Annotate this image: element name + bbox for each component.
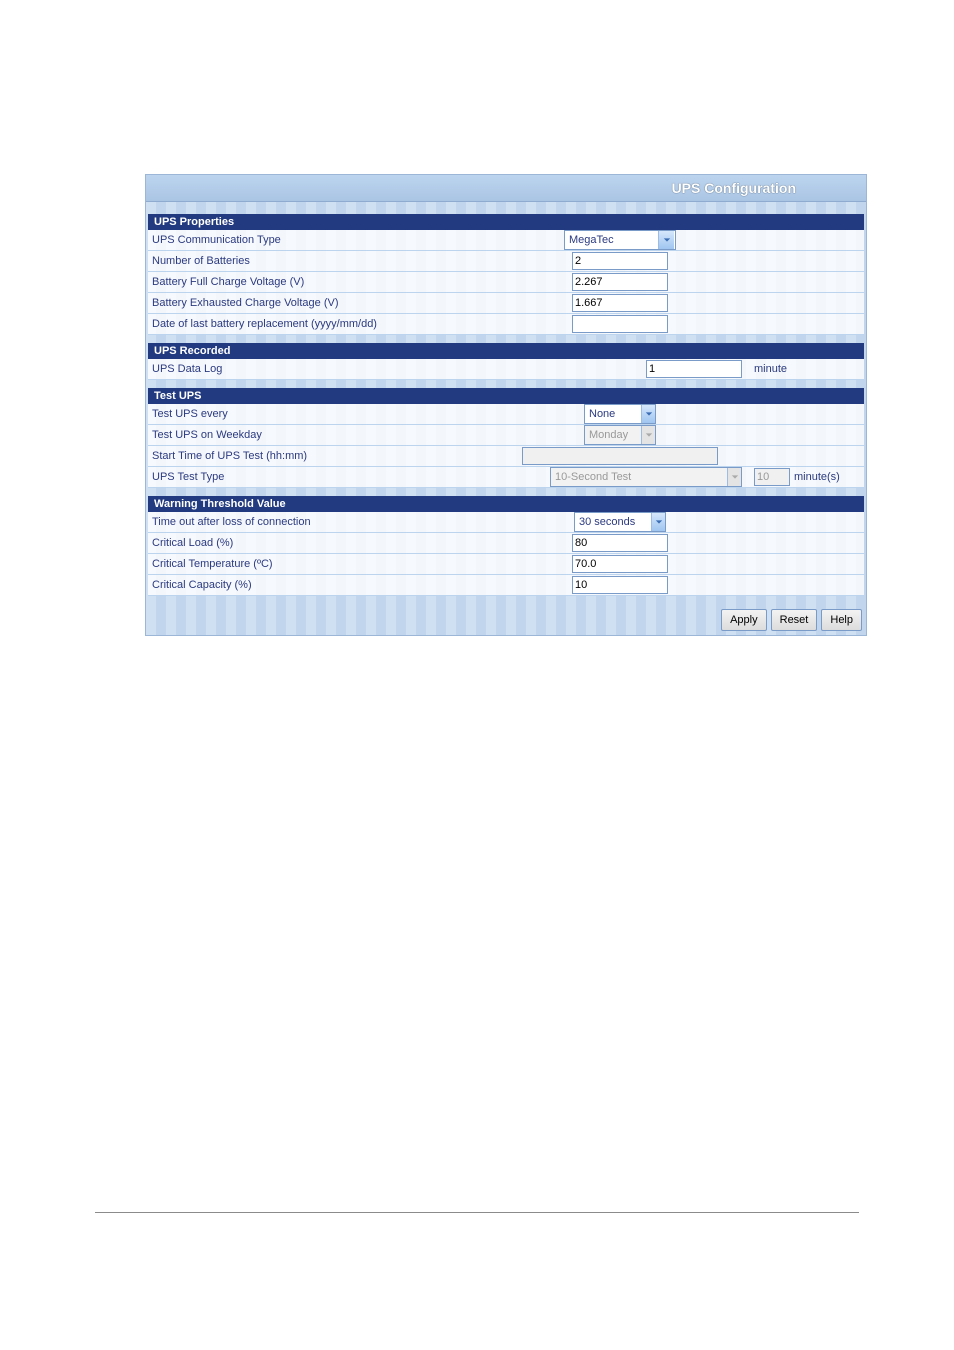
input-data-log[interactable] <box>646 360 742 378</box>
input-critical-load[interactable] <box>572 534 668 552</box>
select-timeout[interactable]: 30 seconds <box>574 512 666 532</box>
label-data-log: UPS Data Log <box>148 363 492 375</box>
select-test-weekday: Monday <box>584 425 656 445</box>
row-exh-voltage: Battery Exhausted Charge Voltage (V) <box>148 293 864 314</box>
help-button[interactable]: Help <box>821 609 862 631</box>
title-bar: UPS Configuration <box>146 175 866 202</box>
chevron-down-icon <box>641 405 655 423</box>
input-exh-voltage[interactable] <box>572 294 668 312</box>
input-num-batteries[interactable] <box>572 252 668 270</box>
input-critical-cap[interactable] <box>572 576 668 594</box>
input-start-time <box>522 447 718 465</box>
select-comm-type[interactable]: MegaTec <box>564 230 676 250</box>
label-full-voltage: Battery Full Charge Voltage (V) <box>148 276 492 288</box>
row-test-every: Test UPS every None <box>148 404 864 425</box>
label-timeout: Time out after loss of connection <box>148 516 492 528</box>
input-test-minutes <box>754 468 790 486</box>
select-test-every[interactable]: None <box>584 404 656 424</box>
input-last-replace[interactable] <box>572 315 668 333</box>
footer-separator <box>95 1212 859 1213</box>
input-critical-temp[interactable] <box>572 555 668 573</box>
label-comm-type: UPS Communication Type <box>148 234 492 246</box>
section-head-properties: UPS Properties <box>148 214 864 230</box>
label-test-weekday: Test UPS on Weekday <box>148 429 492 441</box>
row-critical-temp: Critical Temperature (ºC) <box>148 554 864 575</box>
label-start-time: Start Time of UPS Test (hh:mm) <box>148 450 492 462</box>
section-head-test: Test UPS <box>148 388 864 404</box>
label-critical-cap: Critical Capacity (%) <box>148 579 492 591</box>
label-critical-temp: Critical Temperature (ºC) <box>148 558 492 570</box>
unit-minutes: minute(s) <box>794 471 840 483</box>
row-comm-type: UPS Communication Type MegaTec <box>148 230 864 251</box>
config-panel: UPS Configuration UPS Properties UPS Com… <box>145 174 867 636</box>
row-test-type: UPS Test Type 10-Second Test minute(s) <box>148 467 864 488</box>
row-num-batteries: Number of Batteries <box>148 251 864 272</box>
apply-button[interactable]: Apply <box>721 609 767 631</box>
chevron-down-icon <box>658 231 674 249</box>
row-test-weekday: Test UPS on Weekday Monday <box>148 425 864 446</box>
chevron-down-icon <box>727 468 741 486</box>
row-critical-load: Critical Load (%) <box>148 533 864 554</box>
select-test-type: 10-Second Test <box>550 467 742 487</box>
row-timeout: Time out after loss of connection 30 sec… <box>148 512 864 533</box>
label-num-batteries: Number of Batteries <box>148 255 492 267</box>
row-data-log: UPS Data Log minute <box>148 359 864 380</box>
reset-button[interactable]: Reset <box>771 609 818 631</box>
row-full-voltage: Battery Full Charge Voltage (V) <box>148 272 864 293</box>
chevron-down-icon <box>641 426 655 444</box>
label-critical-load: Critical Load (%) <box>148 537 492 549</box>
label-test-every: Test UPS every <box>148 408 492 420</box>
label-last-replace: Date of last battery replacement (yyyy/m… <box>148 318 492 330</box>
button-row: Apply Reset Help <box>146 604 866 635</box>
input-full-voltage[interactable] <box>572 273 668 291</box>
chevron-down-icon <box>651 513 665 531</box>
page-title: UPS Configuration <box>672 180 796 196</box>
row-last-replace: Date of last battery replacement (yyyy/m… <box>148 314 864 335</box>
label-exh-voltage: Battery Exhausted Charge Voltage (V) <box>148 297 492 309</box>
label-test-type: UPS Test Type <box>148 471 492 483</box>
row-critical-cap: Critical Capacity (%) <box>148 575 864 596</box>
section-head-warning: Warning Threshold Value <box>148 496 864 512</box>
unit-minute: minute <box>748 363 864 375</box>
section-head-recorded: UPS Recorded <box>148 343 864 359</box>
row-start-time: Start Time of UPS Test (hh:mm) <box>148 446 864 467</box>
